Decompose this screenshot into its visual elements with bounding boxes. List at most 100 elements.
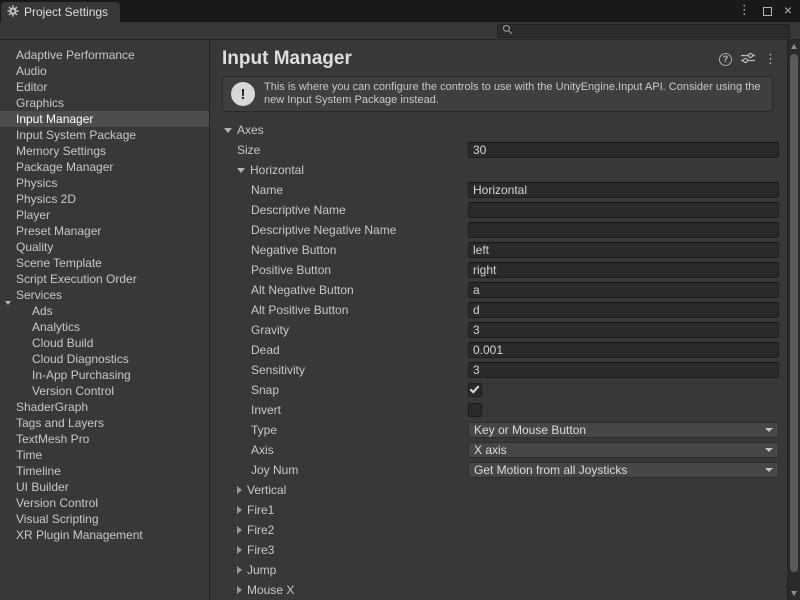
sidebar-item-input-manager[interactable]: Input Manager — [0, 111, 209, 127]
type-dropdown[interactable]: Key or Mouse Button — [468, 422, 779, 438]
foldout-fire1[interactable]: Fire1 — [210, 500, 787, 520]
panel-menu-icon[interactable]: ⋮ — [764, 51, 777, 67]
sidebar-item-services[interactable]: Services — [0, 287, 209, 303]
close-icon[interactable]: × — [784, 3, 792, 17]
foldout-collapsed-icon[interactable] — [237, 586, 242, 594]
vertical-scrollbar[interactable] — [787, 40, 800, 600]
sidebar-item-package-manager[interactable]: Package Manager — [0, 159, 209, 175]
foldout-fire3[interactable]: Fire3 — [210, 540, 787, 560]
descriptive-negative-name-field[interactable] — [468, 222, 779, 238]
sidebar-item-editor[interactable]: Editor — [0, 79, 209, 95]
sidebar-item-ui-builder[interactable]: UI Builder — [0, 479, 209, 495]
joy-num-dropdown[interactable]: Get Motion from all Joysticks — [468, 462, 779, 478]
foldout-expanded-icon[interactable] — [224, 128, 232, 133]
sidebar-item-xr-plugin-management[interactable]: XR Plugin Management — [0, 527, 209, 543]
row-axis: Axis X axis — [210, 440, 787, 460]
info-text: This is where you can configure the cont… — [264, 81, 764, 107]
window-titlebar: Project Settings ⋮ × — [0, 0, 800, 22]
foldout-vertical[interactable]: Vertical — [210, 480, 787, 500]
sidebar-item-script-execution-order[interactable]: Script Execution Order — [0, 271, 209, 287]
sidebar-item-input-system-package[interactable]: Input System Package — [0, 127, 209, 143]
sidebar-item-physics[interactable]: Physics — [0, 175, 209, 191]
invert-checkbox[interactable] — [468, 403, 482, 417]
help-icon[interactable]: ? — [719, 53, 732, 66]
settings-sidebar: Adaptive Performance Audio Editor Graphi… — [0, 40, 210, 600]
alt-negative-button-field[interactable] — [468, 282, 779, 298]
page-title: Input Manager — [222, 48, 719, 70]
chevron-down-icon — [765, 428, 773, 432]
row-snap: Snap — [210, 380, 787, 400]
sidebar-item-tags-and-layers[interactable]: Tags and Layers — [0, 415, 209, 431]
size-field[interactable] — [468, 142, 779, 158]
gravity-field[interactable] — [468, 322, 779, 338]
sidebar-item-quality[interactable]: Quality — [0, 239, 209, 255]
gear-icon — [7, 5, 19, 20]
foldout-expanded-icon[interactable] — [237, 168, 245, 173]
row-joy-num: Joy Num Get Motion from all Joysticks — [210, 460, 787, 480]
row-gravity: Gravity — [210, 320, 787, 340]
foldout-axes[interactable]: Axes — [210, 120, 787, 140]
sidebar-item-graphics[interactable]: Graphics — [0, 95, 209, 111]
sidebar-item-physics-2d[interactable]: Physics 2D — [0, 191, 209, 207]
negative-button-field[interactable] — [468, 242, 779, 258]
sidebar-item-scene-template[interactable]: Scene Template — [0, 255, 209, 271]
sidebar-item-cloud-build[interactable]: Cloud Build — [0, 335, 209, 351]
window-menu-icon[interactable]: ⋮ — [738, 3, 751, 17]
sidebar-item-textmesh-pro[interactable]: TextMesh Pro — [0, 431, 209, 447]
check-icon — [470, 383, 480, 393]
foldout-collapsed-icon[interactable] — [237, 546, 242, 554]
tab-project-settings[interactable]: Project Settings — [1, 2, 120, 22]
sidebar-item-shadergraph[interactable]: ShaderGraph — [0, 399, 209, 415]
maximize-icon[interactable] — [763, 7, 772, 16]
sensitivity-field[interactable] — [468, 362, 779, 378]
row-alt-positive-button: Alt Positive Button — [210, 300, 787, 320]
row-negative-button: Negative Button — [210, 240, 787, 260]
scroll-down-icon[interactable] — [791, 591, 797, 596]
foldout-fire2[interactable]: Fire2 — [210, 520, 787, 540]
foldout-collapsed-icon[interactable] — [237, 486, 242, 494]
sidebar-item-analytics[interactable]: Analytics — [0, 319, 209, 335]
snap-checkbox[interactable] — [468, 383, 482, 397]
descriptive-name-field[interactable] — [468, 202, 779, 218]
sidebar-item-version-control[interactable]: Version Control — [0, 495, 209, 511]
row-positive-button: Positive Button — [210, 260, 787, 280]
sidebar-item-timeline[interactable]: Timeline — [0, 463, 209, 479]
sidebar-item-memory-settings[interactable]: Memory Settings — [0, 143, 209, 159]
foldout-collapsed-icon[interactable] — [237, 566, 242, 574]
preset-icon[interactable] — [741, 52, 755, 67]
positive-button-field[interactable] — [468, 262, 779, 278]
axis-dropdown[interactable]: X axis — [468, 442, 779, 458]
foldout-horizontal[interactable]: Horizontal — [210, 160, 787, 180]
sidebar-item-visual-scripting[interactable]: Visual Scripting — [0, 511, 209, 527]
sidebar-item-adaptive-performance[interactable]: Adaptive Performance — [0, 47, 209, 63]
info-icon: ! — [231, 82, 255, 106]
foldout-mouse-x[interactable]: Mouse X — [210, 580, 787, 600]
row-alt-negative-button: Alt Negative Button — [210, 280, 787, 300]
row-sensitivity: Sensitivity — [210, 360, 787, 380]
foldout-collapsed-icon[interactable] — [237, 526, 242, 534]
search-input[interactable] — [517, 25, 785, 37]
scrollbar-thumb[interactable] — [790, 54, 798, 572]
name-field[interactable] — [468, 182, 779, 198]
sidebar-item-audio[interactable]: Audio — [0, 63, 209, 79]
tab-title: Project Settings — [24, 5, 108, 19]
alt-positive-button-field[interactable] — [468, 302, 779, 318]
sidebar-item-cloud-diagnostics[interactable]: Cloud Diagnostics — [0, 351, 209, 367]
chevron-down-icon — [765, 468, 773, 472]
foldout-collapsed-icon[interactable] — [237, 506, 242, 514]
sidebar-item-preset-manager[interactable]: Preset Manager — [0, 223, 209, 239]
foldout-jump[interactable]: Jump — [210, 560, 787, 580]
dead-field[interactable] — [468, 342, 779, 358]
sidebar-item-ads[interactable]: Ads — [0, 303, 209, 319]
chevron-down-icon — [765, 448, 773, 452]
sidebar-item-version-control-service[interactable]: Version Control — [0, 383, 209, 399]
row-descriptive-negative-name: Descriptive Negative Name — [210, 220, 787, 240]
sidebar-item-player[interactable]: Player — [0, 207, 209, 223]
row-name: Name — [210, 180, 787, 200]
row-type: Type Key or Mouse Button — [210, 420, 787, 440]
row-invert: Invert — [210, 400, 787, 420]
sidebar-item-in-app-purchasing[interactable]: In-App Purchasing — [0, 367, 209, 383]
scroll-up-icon[interactable] — [791, 44, 797, 49]
sidebar-item-time[interactable]: Time — [0, 447, 209, 463]
search-box[interactable] — [497, 24, 790, 38]
